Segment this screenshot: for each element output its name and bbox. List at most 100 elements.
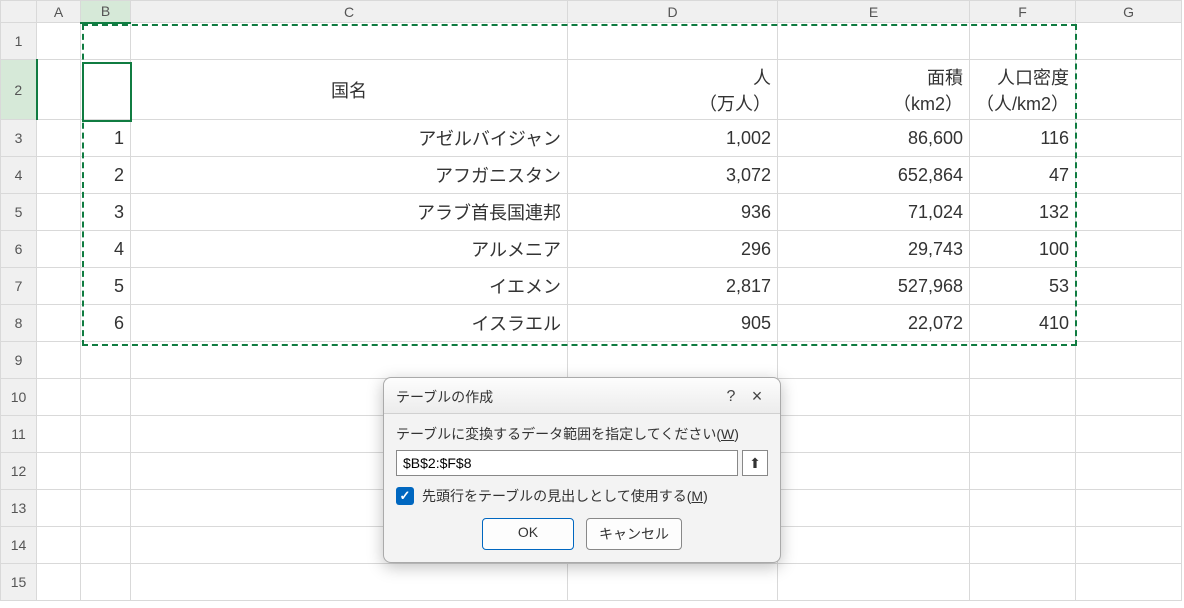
- cell-pop[interactable]: 3,072: [568, 157, 778, 194]
- row-header-3[interactable]: 3: [1, 120, 37, 157]
- row-header-10[interactable]: 10: [1, 379, 37, 416]
- cell-index[interactable]: 1: [81, 120, 131, 157]
- dialog-titlebar[interactable]: テーブルの作成 ? ×: [384, 378, 780, 414]
- cancel-button[interactable]: キャンセル: [586, 518, 682, 550]
- cell[interactable]: [1076, 157, 1182, 194]
- row-header-4[interactable]: 4: [1, 157, 37, 194]
- header-row-checkbox[interactable]: ✓: [396, 487, 414, 505]
- row-header-11[interactable]: 11: [1, 416, 37, 453]
- row-header-15[interactable]: 15: [1, 564, 37, 601]
- cell[interactable]: [1076, 23, 1182, 60]
- cell-country[interactable]: イエメン: [131, 268, 568, 305]
- cell[interactable]: [131, 23, 568, 60]
- cell[interactable]: [131, 342, 568, 379]
- cell[interactable]: [81, 527, 131, 564]
- cell-country[interactable]: アラブ首長国連邦: [131, 194, 568, 231]
- cell[interactable]: [37, 490, 81, 527]
- row-header-8[interactable]: 8: [1, 305, 37, 342]
- cell[interactable]: [778, 416, 970, 453]
- row-header-7[interactable]: 7: [1, 268, 37, 305]
- row-header-13[interactable]: 13: [1, 490, 37, 527]
- cell[interactable]: [568, 342, 778, 379]
- cell[interactable]: [37, 305, 81, 342]
- cell[interactable]: [970, 416, 1076, 453]
- help-button[interactable]: ?: [718, 388, 744, 406]
- cell[interactable]: [1076, 268, 1182, 305]
- cell-area[interactable]: 527,968: [778, 268, 970, 305]
- header-population[interactable]: 人（万人）: [568, 60, 778, 120]
- cell[interactable]: [1076, 453, 1182, 490]
- cell-pop[interactable]: 905: [568, 305, 778, 342]
- col-header-B[interactable]: B: [81, 1, 131, 23]
- cell[interactable]: [1076, 120, 1182, 157]
- cell-index[interactable]: 6: [81, 305, 131, 342]
- header-area[interactable]: 面積（km2）: [778, 60, 970, 120]
- range-input[interactable]: [396, 450, 738, 476]
- cell[interactable]: [778, 453, 970, 490]
- row-header-5[interactable]: 5: [1, 194, 37, 231]
- cell-index[interactable]: 2: [81, 157, 131, 194]
- col-header-E[interactable]: E: [778, 1, 970, 23]
- cell-index[interactable]: 3: [81, 194, 131, 231]
- cell[interactable]: [81, 342, 131, 379]
- cell-area[interactable]: 29,743: [778, 231, 970, 268]
- cell[interactable]: [1076, 564, 1182, 601]
- cell[interactable]: [1076, 342, 1182, 379]
- cell-country[interactable]: アフガニスタン: [131, 157, 568, 194]
- cell[interactable]: [970, 490, 1076, 527]
- cell[interactable]: [37, 120, 81, 157]
- col-header-D[interactable]: D: [568, 1, 778, 23]
- ok-button[interactable]: OK: [482, 518, 574, 550]
- row-header-6[interactable]: 6: [1, 231, 37, 268]
- cell-density[interactable]: 100: [970, 231, 1076, 268]
- cell[interactable]: [37, 194, 81, 231]
- cell-index[interactable]: 4: [81, 231, 131, 268]
- cell-area[interactable]: 22,072: [778, 305, 970, 342]
- cell[interactable]: [37, 60, 81, 120]
- cell[interactable]: [778, 379, 970, 416]
- cell-density[interactable]: 116: [970, 120, 1076, 157]
- cell-index[interactable]: 5: [81, 268, 131, 305]
- cell-country[interactable]: アルメニア: [131, 231, 568, 268]
- cell[interactable]: [37, 416, 81, 453]
- cell[interactable]: [81, 490, 131, 527]
- cell[interactable]: [81, 379, 131, 416]
- cell[interactable]: [81, 564, 131, 601]
- cell[interactable]: [1076, 379, 1182, 416]
- row-header-2[interactable]: 2: [1, 60, 37, 120]
- row-header-9[interactable]: 9: [1, 342, 37, 379]
- cell[interactable]: [970, 527, 1076, 564]
- cell-pop[interactable]: 296: [568, 231, 778, 268]
- header-density[interactable]: 人口密度（人/km2）: [970, 60, 1076, 120]
- cell-pop[interactable]: 2,817: [568, 268, 778, 305]
- cell[interactable]: [81, 60, 131, 120]
- cell[interactable]: [1076, 490, 1182, 527]
- cell[interactable]: [778, 564, 970, 601]
- cell[interactable]: [970, 342, 1076, 379]
- cell[interactable]: [37, 23, 81, 60]
- cell[interactable]: [1076, 60, 1182, 120]
- select-all-corner[interactable]: [1, 1, 37, 23]
- cell[interactable]: [1076, 231, 1182, 268]
- cell[interactable]: [778, 527, 970, 564]
- cell[interactable]: [1076, 305, 1182, 342]
- cell[interactable]: [970, 453, 1076, 490]
- cell-pop[interactable]: 1,002: [568, 120, 778, 157]
- row-header-14[interactable]: 14: [1, 527, 37, 564]
- cell[interactable]: [37, 342, 81, 379]
- cell[interactable]: [37, 527, 81, 564]
- cell[interactable]: [37, 453, 81, 490]
- cell[interactable]: [37, 564, 81, 601]
- cell[interactable]: [1076, 416, 1182, 453]
- row-header-1[interactable]: 1: [1, 23, 37, 60]
- cell-area[interactable]: 86,600: [778, 120, 970, 157]
- cell[interactable]: [970, 23, 1076, 60]
- col-header-F[interactable]: F: [970, 1, 1076, 23]
- range-picker-button[interactable]: ⬆: [742, 450, 768, 476]
- cell-country[interactable]: アゼルバイジャン: [131, 120, 568, 157]
- cell[interactable]: [37, 157, 81, 194]
- row-header-12[interactable]: 12: [1, 453, 37, 490]
- cell[interactable]: [568, 23, 778, 60]
- cell[interactable]: [81, 23, 131, 60]
- header-country[interactable]: 国名: [131, 60, 568, 120]
